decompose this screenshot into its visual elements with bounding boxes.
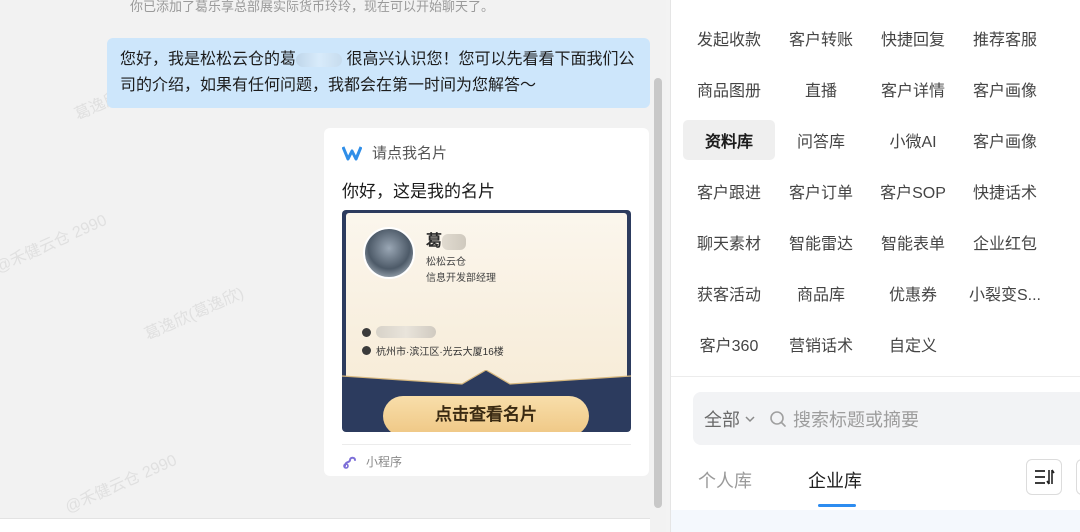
tab-enterprise-library[interactable]: 企业库 <box>808 467 862 493</box>
weiban-logo-icon <box>342 145 362 160</box>
sort-icon <box>1035 469 1055 485</box>
avatar <box>363 227 415 279</box>
tool-acquisition-activity[interactable]: 获客活动 <box>683 273 775 313</box>
contact-phone-row <box>362 326 436 338</box>
tool-product-album[interactable]: 商品图册 <box>683 69 775 109</box>
card-header-label: 请点我名片 <box>372 145 448 162</box>
chevron-down-icon <box>745 415 755 422</box>
watermark: @禾健云仓 2990 <box>0 212 110 277</box>
contact-address: 杭州市·滨江区·光云大厦16楼 <box>376 347 504 358</box>
tool-live[interactable]: 直播 <box>775 69 867 109</box>
tool-panel: 发起收款 客户转账 快捷回复 推荐客服 商品图册 直播 客户详情 客户画像 资料… <box>670 0 1080 532</box>
contact-job-title: 信息开发部经理 <box>426 273 496 284</box>
tool-customer-portrait-2[interactable]: 客户画像 <box>959 120 1051 160</box>
filter-dropdown[interactable]: 全部 <box>693 406 769 432</box>
card-preview-body: 葛 松松云仓 信息开发部经理 杭州市·滨江区·光云大厦16楼 <box>346 213 627 385</box>
business-card-message[interactable]: 请点我名片 你好，这是我的名片 葛 松松云仓 信息开发部经理 杭州市·滨江区·光… <box>324 128 649 476</box>
contact-name: 葛 <box>426 227 467 251</box>
message-text-part1: 您好，我是松松云仓的葛 <box>120 51 297 68</box>
message-input-area[interactable] <box>0 518 650 532</box>
watermark: 葛逸欣(葛逸欣) <box>142 284 247 344</box>
tool-customer-sop[interactable]: 客户SOP <box>867 171 959 211</box>
tool-customer-transfer[interactable]: 客户转账 <box>775 18 867 58</box>
system-message: 你已添加了葛乐享总部展实际货币玲玲，现在可以开始聊天了。 <box>130 0 495 14</box>
contact-name-initial: 葛 <box>426 233 443 250</box>
divider <box>671 376 1080 377</box>
contact-company: 松松云仓 <box>426 257 466 268</box>
tool-coupons[interactable]: 优惠券 <box>867 273 959 313</box>
tool-customer-detail[interactable]: 客户详情 <box>867 69 959 109</box>
tool-smart-form[interactable]: 智能表单 <box>867 222 959 262</box>
tool-customer-portrait[interactable]: 客户画像 <box>959 69 1051 109</box>
mini-program-icon <box>343 456 356 469</box>
tool-grid: 发起收款 客户转账 快捷回复 推荐客服 商品图册 直播 客户详情 客户画像 资料… <box>683 14 1080 371</box>
contact-address-row: 杭州市·滨江区·光云大厦16楼 <box>362 343 504 358</box>
location-icon <box>362 346 371 355</box>
tool-material-library[interactable]: 资料库 <box>683 120 775 160</box>
sort-button[interactable] <box>1026 459 1062 495</box>
tool-marketing-scripts[interactable]: 营销话术 <box>775 324 867 364</box>
tool-qa-library[interactable]: 问答库 <box>775 120 867 160</box>
search-input[interactable]: 搜索标题或摘要 <box>793 406 919 432</box>
tool-customer-360[interactable]: 客户360 <box>683 324 775 364</box>
phone-icon <box>362 327 371 337</box>
message-bubble[interactable]: 您好，我是松松云仓的葛 很高兴认识您！您可以先看看下面我们公司的介绍，如果有任何… <box>107 38 650 108</box>
tool-customer-orders[interactable]: 客户订单 <box>775 171 867 211</box>
redacted-text <box>296 52 343 67</box>
list-area <box>671 510 1080 532</box>
tool-small-fission[interactable]: 小裂变S... <box>959 273 1051 313</box>
card-footer: 小程序 <box>342 444 631 470</box>
tool-quick-reply[interactable]: 快捷回复 <box>867 18 959 58</box>
tool-recommend-service[interactable]: 推荐客服 <box>959 18 1051 58</box>
card-footer-label: 小程序 <box>366 455 403 469</box>
tool-product-library[interactable]: 商品库 <box>775 273 867 313</box>
tool-enterprise-redpacket[interactable]: 企业红包 <box>959 222 1051 262</box>
redacted-text <box>442 233 467 250</box>
chat-panel: 你已添加了葛乐享总部展实际货币玲玲，现在可以开始聊天了。 葛逸欣(葛逸欣) @禾… <box>0 0 666 532</box>
filter-label: 全部 <box>704 409 740 430</box>
tool-smart-radar[interactable]: 智能雷达 <box>775 222 867 262</box>
watermark: @禾健云仓 2990 <box>62 452 180 517</box>
card-title: 你好，这是我的名片 <box>342 182 495 201</box>
tool-customer-followup[interactable]: 客户跟进 <box>683 171 775 211</box>
card-preview[interactable]: 葛 松松云仓 信息开发部经理 杭州市·滨江区·光云大厦16楼 点击查看名片 <box>342 210 631 432</box>
search-bar[interactable]: 全部 搜索标题或摘要 <box>693 392 1080 445</box>
chat-scrollbar[interactable] <box>654 78 662 508</box>
tool-collect-payment[interactable]: 发起收款 <box>683 18 775 58</box>
more-button[interactable] <box>1076 459 1080 495</box>
tool-quick-scripts[interactable]: 快捷话术 <box>959 171 1051 211</box>
tab-personal-library[interactable]: 个人库 <box>698 467 752 493</box>
tool-xiaowei-ai[interactable]: 小微AI <box>867 120 959 160</box>
tool-chat-materials[interactable]: 聊天素材 <box>683 222 775 262</box>
active-tab-indicator <box>818 504 856 507</box>
tool-custom[interactable]: 自定义 <box>867 324 959 364</box>
card-header: 请点我名片 <box>342 142 447 163</box>
view-card-button[interactable]: 点击查看名片 <box>383 396 589 432</box>
redacted-text <box>376 326 436 338</box>
search-icon <box>770 410 786 427</box>
